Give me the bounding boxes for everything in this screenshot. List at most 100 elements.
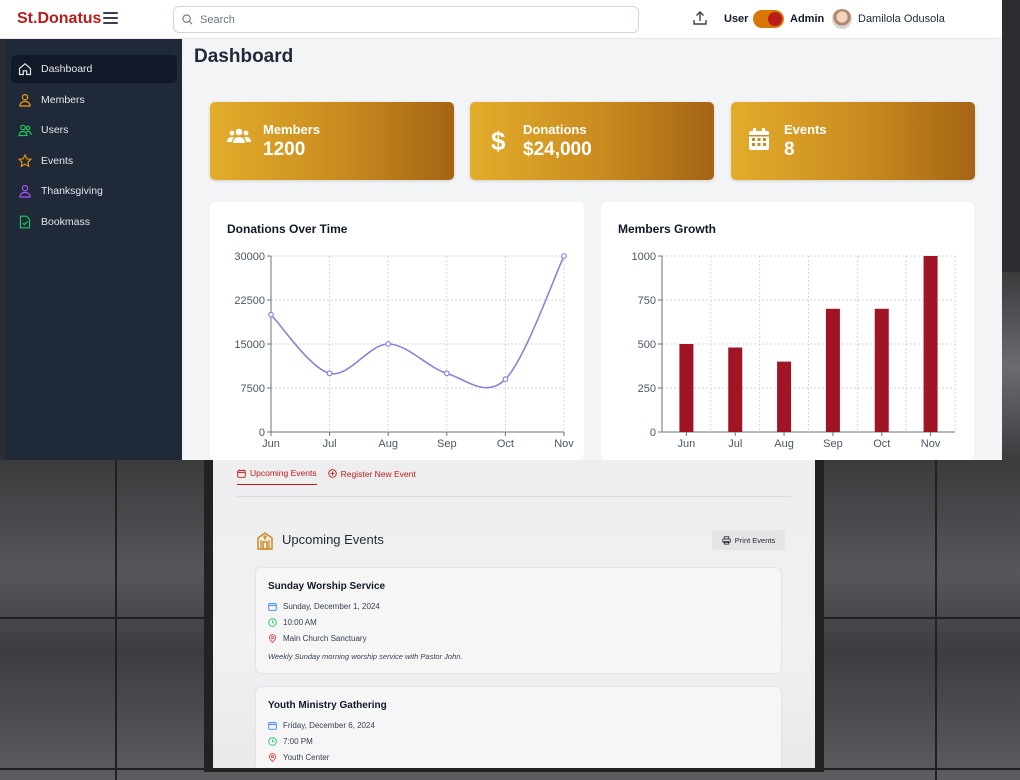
clock-icon [268, 618, 277, 627]
tab-label: Register New Event [340, 468, 416, 479]
background-strip [1002, 272, 1020, 462]
data-point[interactable] [443, 370, 450, 377]
search-icon [182, 14, 193, 25]
x-tick-label: Oct [873, 438, 890, 450]
event-location: Youth Center [268, 753, 329, 762]
date-text: Friday, December 6, 2024 [283, 721, 375, 730]
sidebar-item-bookmass[interactable]: Bookmass [11, 208, 177, 236]
group-icon [227, 128, 251, 143]
printer-icon [722, 535, 731, 545]
home-icon [18, 62, 32, 76]
y-tick-label: 22500 [234, 295, 265, 307]
stat-label: Members [263, 122, 321, 137]
y-tick-label: 750 [638, 295, 656, 307]
bar[interactable] [923, 256, 938, 432]
event-date: Friday, December 6, 2024 [268, 721, 375, 730]
y-tick-label: 1000 [632, 251, 656, 263]
sidebar-item-label: Thanksgiving [41, 185, 103, 198]
top-navbar: St.Donatus User Admin Damilola Odusola [0, 0, 1002, 39]
data-point[interactable] [326, 370, 333, 377]
sidebar-item-thanksgiving[interactable]: Thanksgiving [11, 177, 177, 205]
calendar-icon [237, 468, 246, 478]
upload-icon[interactable] [692, 10, 708, 26]
bar[interactable] [679, 344, 694, 432]
x-tick-label: Sep [437, 438, 457, 450]
tab-label: Upcoming Events [250, 468, 317, 478]
bar[interactable] [728, 347, 743, 432]
stat-value: 8 [784, 139, 795, 160]
stat-value: 1200 [263, 139, 306, 160]
time-text: 7:00 PM [283, 737, 313, 746]
event-card[interactable]: Sunday Worship Service Sunday, December … [255, 567, 782, 674]
location-pin-icon [268, 753, 277, 762]
sidebar-item-label: Members [41, 93, 85, 106]
events-tabs: Upcoming Events Register New Event [237, 468, 427, 485]
data-point[interactable] [385, 341, 392, 347]
event-card[interactable]: Youth Ministry Gathering Friday, Decembe… [255, 686, 782, 768]
data-point[interactable] [268, 311, 274, 318]
search-bar[interactable] [173, 6, 639, 33]
sidebar: Dashboard Members Users Events Thanksgiving B… [5, 39, 182, 460]
search-input[interactable] [200, 13, 620, 26]
x-tick-label: Jul [323, 438, 337, 450]
x-tick-label: Jun [262, 438, 280, 450]
time-text: 10:00 AM [283, 618, 317, 627]
y-tick-label: 7500 [241, 383, 265, 395]
stat-card-donations[interactable]: $ Donations $24,000 [470, 102, 714, 180]
divider [237, 496, 791, 497]
dashboard-main: Dashboard Members 1200 $ Donations $24,0… [182, 39, 1002, 460]
panel-seam [115, 460, 117, 780]
role-toggle[interactable] [753, 10, 784, 28]
donations-line-chart: 07500150002250030000Jun Jul Aug Sep Oct Nov [234, 251, 574, 450]
sidebar-item-dashboard[interactable]: Dashboard [11, 55, 177, 83]
person-icon [18, 184, 32, 198]
users-icon [18, 123, 32, 137]
stat-value: $24,000 [523, 139, 592, 160]
bar[interactable] [874, 308, 889, 432]
tab-upcoming-events[interactable]: Upcoming Events [237, 468, 317, 485]
donations-chart-card: Donations Over Time 0 7500 15000 22500 30000… [210, 202, 584, 460]
panel-seam [935, 460, 937, 780]
event-time: 10:00 AM [268, 618, 317, 627]
person-icon [18, 93, 32, 107]
sidebar-item-label: Bookmass [41, 215, 91, 228]
x-tick-label: Nov [554, 438, 574, 450]
print-events-button[interactable]: Print Events [712, 530, 785, 550]
location-text: Youth Center [283, 753, 330, 762]
date-text: Sunday, December 1, 2024 [283, 602, 380, 611]
event-title: Sunday Worship Service [268, 581, 386, 592]
stat-card-members[interactable]: Members 1200 [210, 102, 454, 180]
x-tick-label: Oct [497, 438, 514, 450]
clock-icon [268, 737, 277, 746]
bar[interactable] [825, 308, 840, 432]
username[interactable]: Damilola Odusola [858, 13, 945, 25]
calendar-icon [268, 602, 277, 611]
star-icon [18, 153, 32, 168]
event-location: Main Church Sanctuary [268, 634, 367, 643]
data-point[interactable] [502, 376, 509, 383]
church-icon [257, 532, 273, 550]
stat-card-events[interactable]: Events 8 [731, 102, 975, 180]
stat-label: Donations [523, 122, 587, 137]
data-point[interactable] [561, 253, 567, 259]
app-logo[interactable]: St.Donatus [17, 10, 101, 28]
event-date: Sunday, December 1, 2024 [268, 602, 380, 611]
svg-text:$: $ [491, 126, 506, 154]
donations-series-line [270, 255, 565, 389]
plus-circle-icon [327, 469, 337, 478]
menu-toggle-icon[interactable] [103, 12, 118, 24]
calendar-icon [268, 721, 277, 730]
x-tick-label: Jun [678, 438, 696, 450]
x-tick-label: Jul [728, 438, 742, 450]
avatar[interactable] [832, 9, 852, 29]
sidebar-item-users[interactable]: Users [11, 116, 177, 144]
x-tick-label: Aug [774, 438, 794, 450]
x-tick-label: Nov [921, 438, 941, 450]
event-time: 7:00 PM [268, 737, 313, 746]
bar[interactable] [777, 361, 792, 432]
event-description: Weekly Sunday morning worship service wi… [268, 652, 463, 661]
role-user-label: User [724, 13, 749, 25]
sidebar-item-events[interactable]: Events [11, 147, 177, 175]
tab-register-new-event[interactable]: Register New Event [327, 468, 416, 485]
sidebar-item-members[interactable]: Members [11, 86, 177, 114]
